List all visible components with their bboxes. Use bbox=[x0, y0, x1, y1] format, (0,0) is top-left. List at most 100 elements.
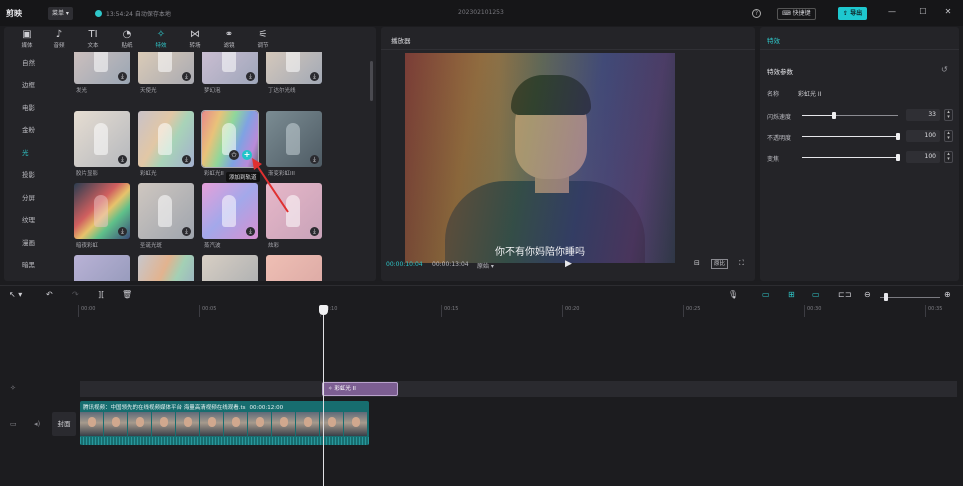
category-item[interactable]: 投影 bbox=[22, 169, 35, 179]
effect-tile[interactable]: ⤓ bbox=[202, 183, 258, 239]
waveform-icon[interactable]: ⊟ bbox=[694, 259, 700, 267]
download-icon[interactable]: ⤓ bbox=[310, 155, 319, 164]
tool-text[interactable]: TI 文本 bbox=[76, 29, 110, 49]
microphone-icon[interactable]: 🎙 bbox=[728, 290, 738, 299]
download-icon[interactable]: ⤓ bbox=[182, 72, 191, 81]
download-icon[interactable]: ⤓ bbox=[182, 227, 191, 236]
slider-knob[interactable] bbox=[896, 154, 900, 161]
ratio-button[interactable]: 原比 bbox=[711, 259, 729, 269]
download-icon[interactable]: ⤓ bbox=[246, 72, 255, 81]
download-icon[interactable]: ⤓ bbox=[118, 227, 127, 236]
tool-media[interactable]: ▣ 媒体 bbox=[10, 29, 44, 49]
param-value[interactable]: 100 bbox=[906, 130, 940, 142]
effect-tile[interactable]: ⤓ bbox=[202, 52, 258, 84]
param-value[interactable]: 100 bbox=[906, 151, 940, 163]
tool-sticker[interactable]: ◔ 贴纸 bbox=[110, 29, 144, 49]
select-tool-icon[interactable]: ↖ ▾ bbox=[9, 290, 22, 299]
redo-icon[interactable]: ↷ bbox=[72, 290, 79, 299]
current-time: 00:00:10:04 bbox=[386, 261, 423, 268]
scrollbar[interactable] bbox=[370, 61, 373, 101]
lock-track-icon[interactable]: ▭ bbox=[10, 420, 17, 428]
download-icon[interactable]: ⤓ bbox=[246, 227, 255, 236]
delete-icon[interactable]: 🗑 bbox=[122, 290, 132, 299]
category-item[interactable]: 暗黑 bbox=[22, 259, 35, 269]
tool-audio[interactable]: ♪ 音频 bbox=[42, 29, 76, 49]
slider-fill bbox=[802, 157, 898, 158]
mute-icon[interactable]: ◂) bbox=[34, 420, 40, 428]
video-clip[interactable]: 腾讯视频：中国领先的在线视频媒体平台 海量高清视频在线观看.ts 00:00:12… bbox=[80, 401, 369, 445]
effect-tile[interactable]: ⤓ bbox=[266, 52, 322, 84]
param-value[interactable]: 33 bbox=[906, 109, 940, 121]
properties-tab[interactable]: 特效 bbox=[767, 35, 780, 45]
tool-adjust[interactable]: ⚟ 调节 bbox=[246, 29, 280, 49]
effect-tile[interactable]: ⤓ bbox=[74, 52, 130, 84]
playhead-handle[interactable] bbox=[319, 305, 328, 315]
stepper-icon[interactable]: ▴ ▾ bbox=[944, 109, 953, 121]
auto-snap-icon[interactable]: ⊞ bbox=[788, 290, 795, 299]
ruler-label: 00:00 bbox=[81, 306, 96, 312]
help-icon[interactable]: ? bbox=[752, 9, 761, 18]
menu-button[interactable]: 菜单 ▾ bbox=[48, 7, 73, 20]
download-icon[interactable]: ⤓ bbox=[310, 72, 319, 81]
effect-tile[interactable] bbox=[266, 255, 322, 281]
minimize-icon[interactable]: — bbox=[886, 7, 898, 16]
tool-effects[interactable]: ✧ 特效 bbox=[144, 29, 178, 49]
video-preview[interactable]: 你不有你妈陪你睡吗 bbox=[405, 53, 675, 263]
cover-button[interactable]: 封面 bbox=[52, 412, 76, 436]
zoom-out-icon[interactable]: ⊖ bbox=[864, 290, 871, 299]
category-item[interactable]: 漫画 bbox=[22, 237, 35, 247]
add-to-track-icon[interactable]: + bbox=[242, 150, 252, 160]
stepper-icon[interactable]: ▴ ▾ bbox=[944, 151, 953, 163]
category-item[interactable]: 电影 bbox=[22, 102, 35, 112]
effect-tile[interactable]: ⤓ bbox=[138, 183, 194, 239]
maximize-icon[interactable]: ☐ bbox=[917, 7, 929, 16]
effect-tile[interactable] bbox=[74, 255, 130, 281]
reset-icon[interactable]: ↺ bbox=[941, 65, 948, 74]
ratio-select[interactable]: 原始 ▾ bbox=[477, 261, 494, 270]
undo-icon[interactable]: ↶ bbox=[46, 290, 53, 299]
effect-clip[interactable]: ✧ 彩虹光 II bbox=[322, 382, 398, 396]
timeline-ruler[interactable]: 00:00 00:05 00:10 00:15 00:20 00:25 00:3… bbox=[78, 305, 963, 317]
category-item[interactable]: 边框 bbox=[22, 79, 35, 89]
tool-filter[interactable]: ⚭ 滤镜 bbox=[212, 29, 246, 49]
slider-knob[interactable] bbox=[832, 112, 836, 119]
close-icon[interactable]: ✕ bbox=[942, 7, 954, 16]
playhead[interactable] bbox=[323, 307, 324, 486]
tool-filter-label: 滤镜 bbox=[223, 43, 235, 49]
effect-tile[interactable]: ⤓ bbox=[74, 183, 130, 239]
download-icon[interactable]: ⤓ bbox=[310, 227, 319, 236]
timeline-toolbar: ↖ ▾ ↶ ↷ ][ 🗑 🎙 ▭ ⊞ ▭ ⊏⊐ ⊖ ⊕ bbox=[0, 285, 963, 305]
effect-tile[interactable] bbox=[202, 255, 258, 281]
category-item[interactable]: 分屏 bbox=[22, 192, 35, 202]
category-item[interactable]: 纹理 bbox=[22, 214, 35, 224]
zoom-in-icon[interactable]: ⊕ bbox=[944, 290, 951, 299]
category-item[interactable]: 金粉 bbox=[22, 124, 35, 134]
zoom-slider[interactable] bbox=[880, 297, 940, 298]
download-icon[interactable]: ⤓ bbox=[118, 72, 127, 81]
fullscreen-icon[interactable]: ⛶ bbox=[739, 259, 744, 268]
play-icon[interactable]: ▶ bbox=[565, 259, 572, 269]
tool-transition[interactable]: ⋈ 转场 bbox=[178, 29, 212, 49]
favorite-icon[interactable]: ✩ bbox=[229, 150, 239, 160]
linkage-icon[interactable]: ▭ bbox=[812, 290, 820, 299]
effect-tile[interactable] bbox=[138, 255, 194, 281]
category-item-active[interactable]: 光 bbox=[22, 147, 29, 157]
download-icon[interactable]: ⤓ bbox=[118, 155, 127, 164]
effect-tile[interactable]: ⤓ bbox=[266, 183, 322, 239]
stepper-icon[interactable]: ▴ ▾ bbox=[944, 130, 953, 142]
effect-tile[interactable]: ⤓ bbox=[138, 52, 194, 84]
split-icon[interactable]: ][ bbox=[98, 290, 104, 299]
preview-axis-icon[interactable]: ⊏⊐ bbox=[838, 290, 851, 299]
effect-tile[interactable]: ⤓ bbox=[74, 111, 130, 167]
category-item[interactable]: 自然 bbox=[22, 57, 35, 67]
effect-tile[interactable]: ⤓ bbox=[138, 111, 194, 167]
clip-duration: 00:00:12:00 bbox=[249, 405, 284, 411]
export-button[interactable]: ⇪ 导出 bbox=[838, 7, 868, 20]
shortcut-button[interactable]: ⌨ 快捷键 bbox=[777, 8, 816, 20]
effect-tile-label: 暗夜彩虹 bbox=[76, 243, 99, 249]
slider-knob[interactable] bbox=[896, 133, 900, 140]
zoom-slider-knob[interactable] bbox=[884, 293, 888, 301]
download-icon[interactable]: ⤓ bbox=[182, 155, 191, 164]
main-track-magnet-icon[interactable]: ▭ bbox=[762, 290, 770, 299]
effect-tile[interactable]: ⤓ bbox=[266, 111, 322, 167]
